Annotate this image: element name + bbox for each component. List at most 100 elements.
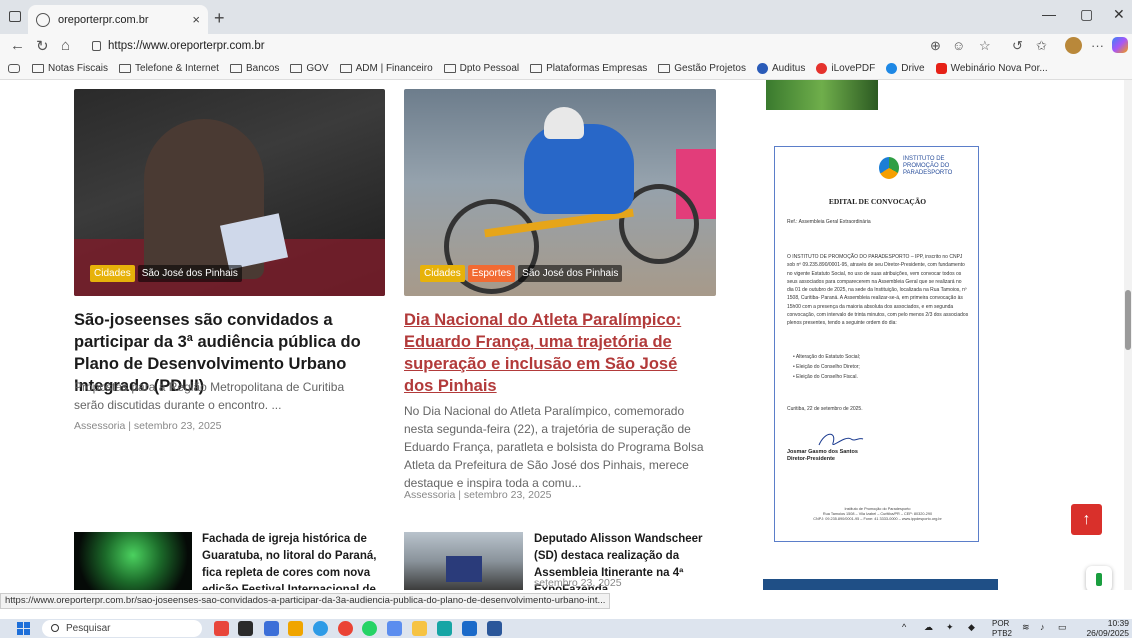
word-icon[interactable] — [487, 621, 502, 636]
collections-icon[interactable] — [8, 64, 20, 73]
chrome-icon[interactable] — [338, 621, 353, 636]
scrollbar-thumb[interactable] — [1125, 290, 1131, 350]
bookmark-auditus[interactable]: Auditus — [757, 63, 805, 74]
article-4-thumbnail[interactable] — [404, 532, 523, 590]
taskbar-clock[interactable]: 10:39 26/09/2025 — [1083, 618, 1129, 638]
bookmark-webinario[interactable]: Webinário Nova Por... — [935, 63, 1048, 74]
url-text: https://www.oreporterpr.com.br — [108, 40, 265, 52]
tray-security-icon[interactable]: ◆ — [968, 622, 975, 633]
reader-icon[interactable]: ☺ — [952, 38, 965, 53]
app-icon[interactable] — [387, 621, 402, 636]
battery-icon[interactable]: ▭ — [1058, 622, 1067, 633]
tray-chevron-icon[interactable]: ^ — [902, 622, 906, 632]
bookmark-drive[interactable]: Drive — [886, 63, 925, 74]
tag-cidades[interactable]: Cidades — [90, 265, 135, 282]
edge-icon[interactable] — [313, 621, 328, 636]
notice-heading: EDITAL DE CONVOCAÇÃO — [828, 197, 927, 206]
new-tab-button[interactable]: + — [214, 8, 225, 29]
volume-icon[interactable]: ♪ — [1040, 622, 1045, 632]
bookmark-label: Webinário Nova Por... — [950, 63, 1048, 74]
taskbar-search[interactable]: Pesquisar — [42, 620, 202, 637]
search-placeholder: Pesquisar — [66, 623, 111, 634]
tag-cidades[interactable]: Cidades — [420, 265, 465, 282]
globe-icon — [36, 12, 50, 27]
accessibility-widget-button[interactable] — [1086, 566, 1112, 590]
zoom-icon[interactable]: ⊕ — [930, 38, 941, 54]
bookmark-label: GOV — [306, 63, 329, 74]
bookmark-bancos[interactable]: Bancos — [229, 63, 280, 74]
bookmark-plataformas-empresas[interactable]: Plataformas Empresas — [530, 63, 647, 74]
bookmark-ilovepdf[interactable]: iLovePDF — [816, 63, 875, 74]
sync-icon[interactable]: ↺ — [1012, 38, 1023, 54]
tray-app-icon[interactable]: ✦ — [946, 622, 954, 633]
tag-sao-jose[interactable]: São José dos Pinhais — [137, 265, 242, 282]
task-view-icon[interactable] — [238, 621, 253, 636]
browser-titlebar: oreporterpr.com.br × + — ▢ ✕ — [0, 0, 1132, 34]
bookmark-notas-fiscais[interactable]: Notas Fiscais — [32, 63, 108, 74]
bookmark-gestao-projetos[interactable]: Gestão Projetos — [658, 63, 746, 74]
sidebar-blue-banner[interactable] — [763, 579, 998, 590]
article-2-meta: Assessoria | setembro 23, 2025 — [404, 489, 552, 501]
youtube-icon — [935, 63, 947, 74]
whatsapp-icon[interactable] — [362, 621, 377, 636]
bookmark-gov[interactable]: GOV — [290, 63, 329, 74]
page-scrollbar[interactable] — [1124, 80, 1132, 590]
app-icon[interactable] — [437, 621, 452, 636]
tab-actions-icon[interactable] — [9, 11, 21, 22]
more-menu-button[interactable]: ··· — [1091, 38, 1104, 53]
bookmark-label: Drive — [901, 63, 925, 74]
language-code: POR — [992, 619, 1010, 628]
notice-footer: Instituto de Promoção do Paradesporto Ru… — [775, 507, 980, 522]
copilot-icon[interactable] — [1112, 37, 1128, 53]
convocation-notice-ad[interactable]: INSTITUTO DE PROMOÇÃO DO PARADESPORTO ED… — [774, 146, 979, 542]
profile-avatar[interactable] — [1065, 37, 1082, 54]
bullet-text: Eleição do Conselho Fiscal. — [796, 374, 858, 380]
ilovepdf-icon — [816, 63, 828, 74]
maximize-button[interactable]: ▢ — [1080, 6, 1093, 23]
article-3-title[interactable]: Fachada de igreja histórica de Guaratuba… — [202, 531, 390, 590]
url-field[interactable]: https://www.oreporterpr.com.br — [86, 36, 998, 56]
app-icon[interactable] — [288, 621, 303, 636]
bookmark-dpto-pessoal[interactable]: Dpto Pessoal — [443, 63, 520, 74]
back-to-top-button[interactable]: ↑ — [1071, 504, 1102, 535]
close-window-button[interactable]: ✕ — [1113, 6, 1125, 23]
tag-esportes[interactable]: Esportes — [467, 265, 516, 282]
tag-sao-jose[interactable]: São José dos Pinhais — [518, 265, 623, 282]
widgets-icon[interactable] — [214, 621, 229, 636]
folder-icon — [530, 64, 543, 73]
bookmark-adm-financeiro[interactable]: ADM | Financeiro — [339, 63, 433, 74]
article-3-thumbnail[interactable] — [74, 532, 192, 590]
bookmark-telefone-internet[interactable]: Telefone & Internet — [119, 63, 219, 74]
sidebar-top-banner[interactable] — [766, 80, 878, 110]
notice-date: Curitiba, 22 de setembro de 2025. — [787, 406, 863, 412]
signer-name: Josmar Gasmo dos Santos — [787, 449, 858, 455]
onedrive-icon[interactable]: ☁ — [924, 622, 933, 633]
bookmark-label: Gestão Projetos — [674, 63, 746, 74]
folder-icon — [32, 64, 44, 73]
notice-bullets: • Alteração do Estatuto Social; • Eleiçã… — [793, 352, 860, 382]
refresh-icon[interactable]: ↻ — [36, 37, 49, 55]
search-icon — [51, 624, 59, 632]
file-explorer-icon[interactable] — [412, 621, 427, 636]
outlook-icon[interactable] — [462, 621, 477, 636]
bookmark-label: Dpto Pessoal — [459, 63, 520, 74]
bookmark-label: Telefone & Internet — [135, 63, 219, 74]
clock-date: 26/09/2025 — [1086, 627, 1129, 638]
back-icon[interactable]: ← — [10, 37, 25, 54]
home-icon[interactable]: ⌂ — [61, 37, 70, 54]
article-4-meta: setembro 23, 2025 — [534, 577, 622, 589]
bookmark-label: Bancos — [245, 63, 280, 74]
tab-close-button[interactable]: × — [192, 12, 200, 27]
notice-bullet: • Eleição do Conselho Fiscal. — [793, 374, 858, 380]
favorite-star-icon[interactable]: ☆ — [979, 38, 991, 54]
bookmark-label: Auditus — [772, 63, 806, 74]
browser-tab[interactable]: oreporterpr.com.br × — [28, 5, 208, 34]
drive-icon — [886, 63, 898, 74]
windows-start-icon[interactable] — [17, 622, 30, 635]
article-2-title[interactable]: Dia Nacional do Atleta Paralímpico: Edua… — [404, 309, 704, 397]
language-indicator[interactable]: POR PTB2 — [992, 619, 1012, 638]
minimize-button[interactable]: — — [1042, 6, 1056, 22]
app-icon[interactable] — [264, 621, 279, 636]
wifi-icon[interactable]: ≋ — [1022, 622, 1030, 633]
favorites-icon[interactable]: ✩ — [1036, 38, 1047, 54]
